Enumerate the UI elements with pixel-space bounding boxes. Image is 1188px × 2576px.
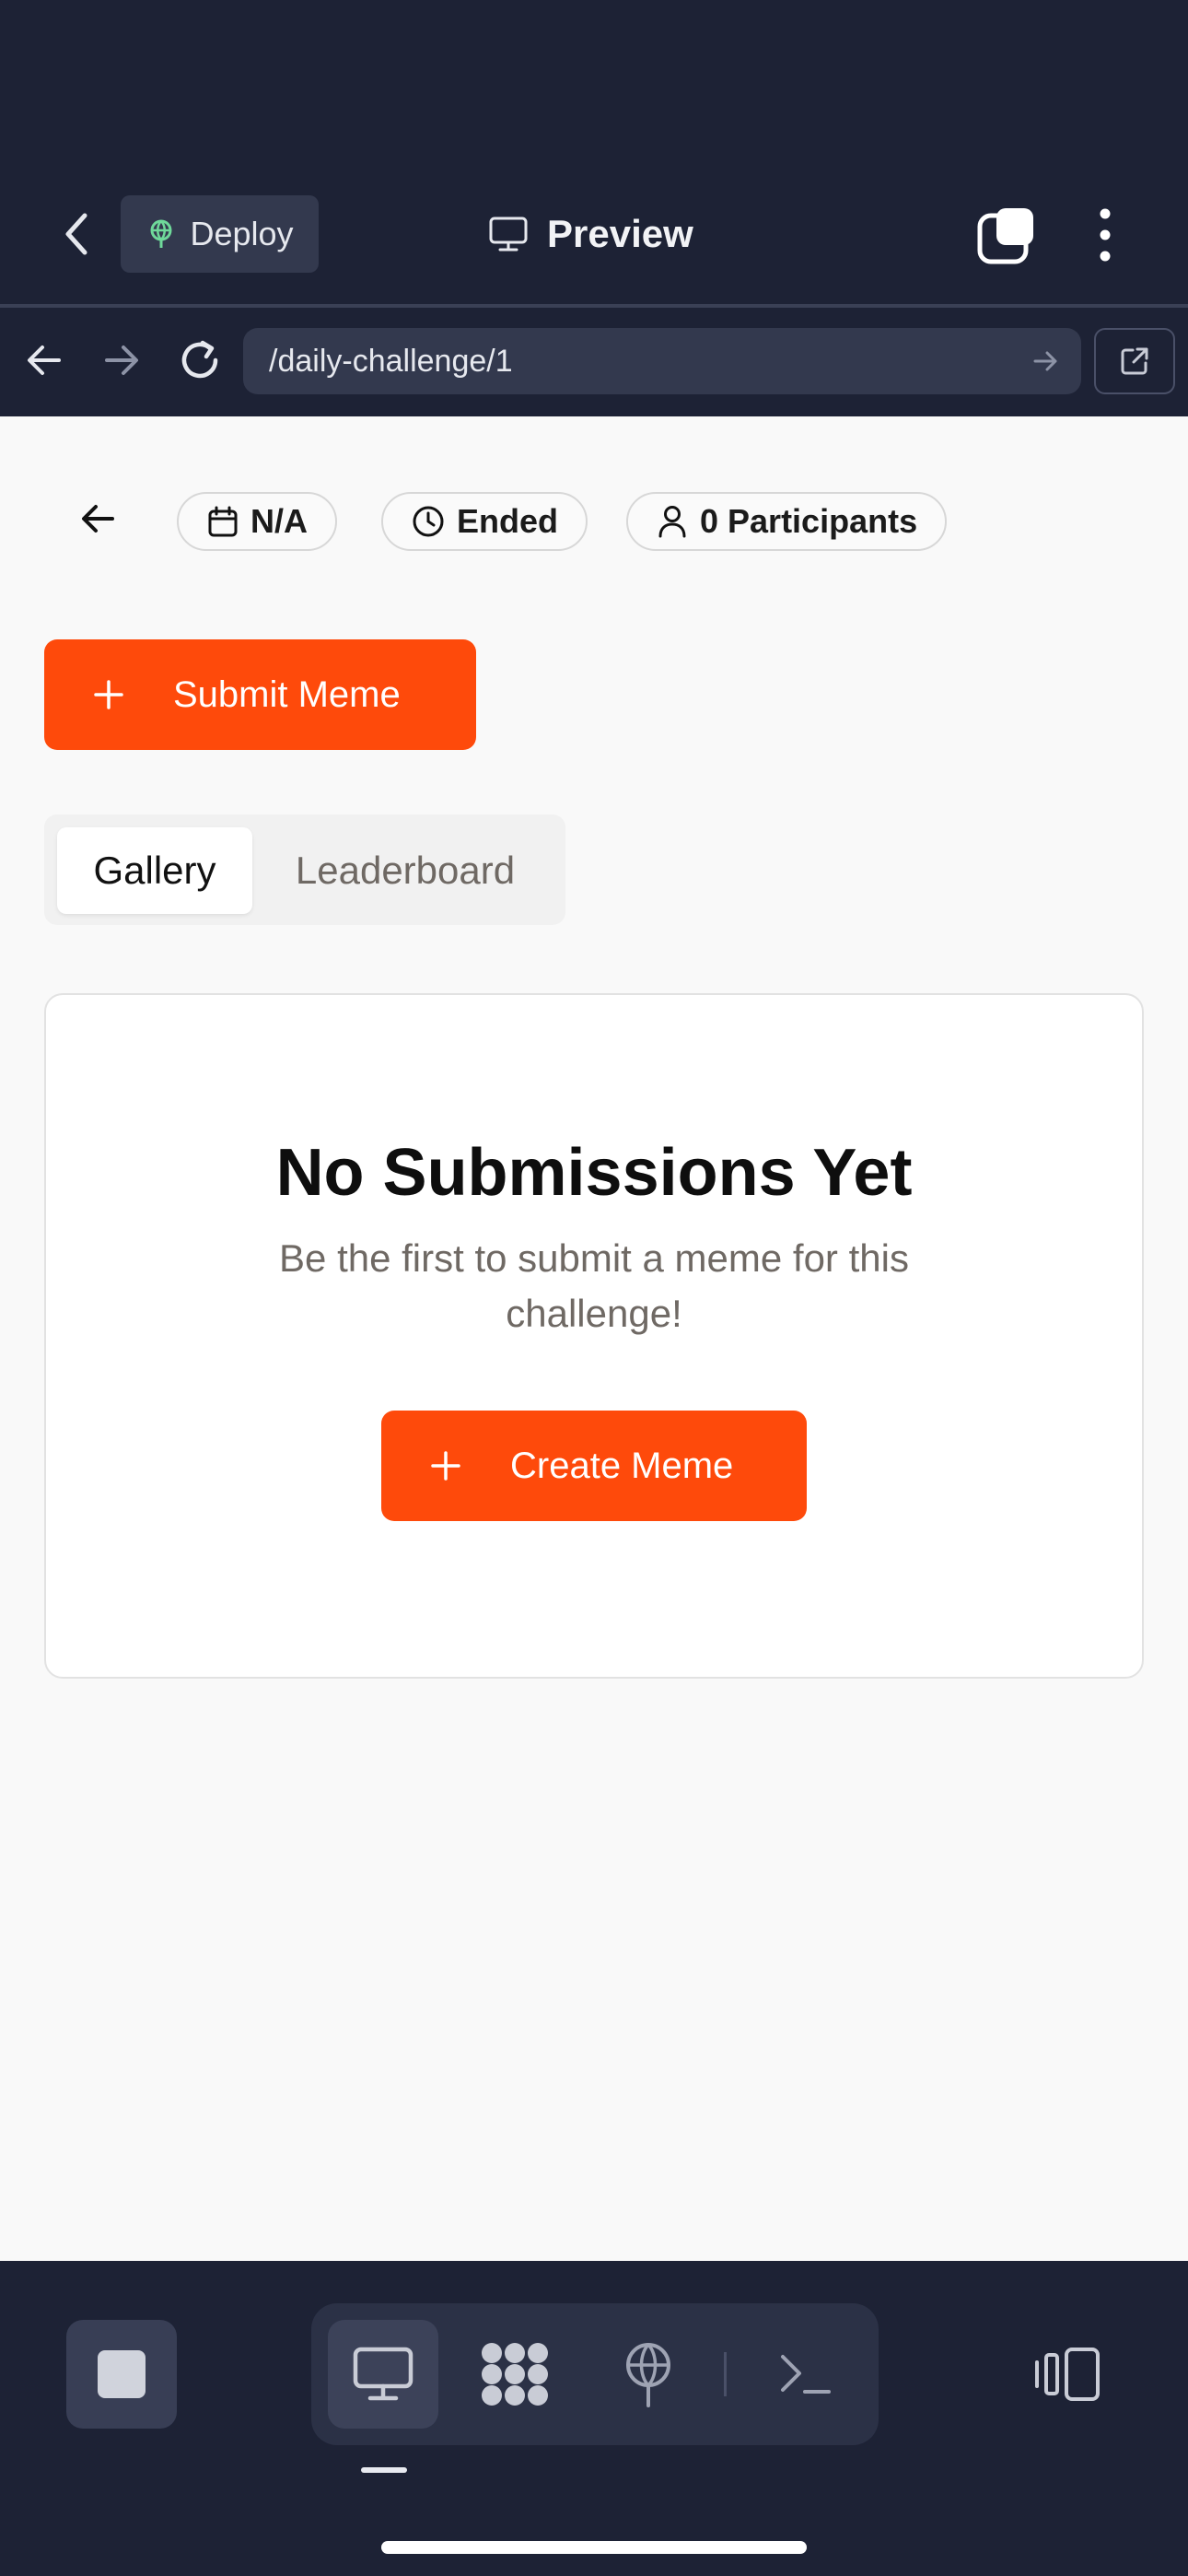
participants-chip-label: 0 Participants: [700, 502, 918, 540]
empty-state-description: Be the first to submit a meme for this c…: [279, 1236, 909, 1335]
dock-terminal-button[interactable]: [750, 2320, 860, 2429]
deploy-icon: [621, 2341, 676, 2407]
date-chip: N/A: [177, 492, 337, 551]
url-input[interactable]: /daily-challenge/1: [243, 328, 1081, 394]
terminal-icon: [777, 2351, 833, 2397]
dock-separator: [724, 2352, 727, 2396]
dock-preview-button[interactable]: [328, 2320, 438, 2429]
arrow-right-icon[interactable]: [98, 334, 146, 387]
participants-chip: 0 Participants: [626, 492, 948, 551]
arrow-left-icon[interactable]: [20, 334, 68, 387]
url-text: /daily-challenge/1: [269, 343, 513, 379]
apps-icon: [479, 2340, 551, 2408]
submit-meme-button[interactable]: Submit Meme: [44, 639, 476, 750]
plus-icon: [429, 1449, 462, 1482]
layout-toggle-button[interactable]: [1022, 2320, 1114, 2429]
dock-deploy-button[interactable]: [593, 2320, 704, 2429]
create-meme-button[interactable]: Create Meme: [381, 1411, 807, 1521]
active-indicator: [361, 2467, 407, 2473]
monitor-icon: [352, 2346, 414, 2403]
user-icon: [656, 504, 689, 539]
preview-title: Preview: [488, 201, 693, 267]
external-link-icon: [1118, 345, 1151, 378]
stop-icon: [96, 2348, 147, 2400]
stop-button[interactable]: [66, 2320, 177, 2429]
submit-meme-label: Submit Meme: [173, 673, 401, 715]
tabs-icon[interactable]: [976, 205, 1037, 265]
empty-state-title: No Submissions Yet: [275, 1136, 913, 1210]
monitor-icon: [488, 216, 529, 252]
globe-tree-icon: [146, 218, 177, 250]
deploy-button[interactable]: Deploy: [121, 195, 319, 273]
status-chip: Ended: [381, 492, 588, 551]
back-chevron-icon[interactable]: [53, 205, 101, 263]
reload-icon[interactable]: [175, 334, 227, 387]
home-indicator[interactable]: [381, 2541, 807, 2554]
layout-icon: [1033, 2346, 1103, 2403]
clock-icon: [411, 504, 446, 539]
create-meme-label: Create Meme: [510, 1445, 734, 1486]
tab-gallery[interactable]: Gallery: [57, 827, 252, 914]
kebab-menu-icon[interactable]: [1087, 205, 1124, 265]
tab-leaderboard[interactable]: Leaderboard: [267, 827, 543, 914]
preview-title-text: Preview: [547, 212, 693, 255]
calendar-icon: [206, 505, 239, 538]
arrow-left-icon[interactable]: [76, 492, 122, 545]
date-chip-label: N/A: [250, 502, 308, 540]
status-chip-label: Ended: [457, 502, 559, 540]
arrow-right-icon[interactable]: [1028, 343, 1065, 380]
external-link-button[interactable]: [1094, 328, 1175, 394]
plus-icon: [92, 678, 125, 711]
deploy-label: Deploy: [190, 215, 294, 252]
dock-apps-button[interactable]: [460, 2320, 570, 2429]
